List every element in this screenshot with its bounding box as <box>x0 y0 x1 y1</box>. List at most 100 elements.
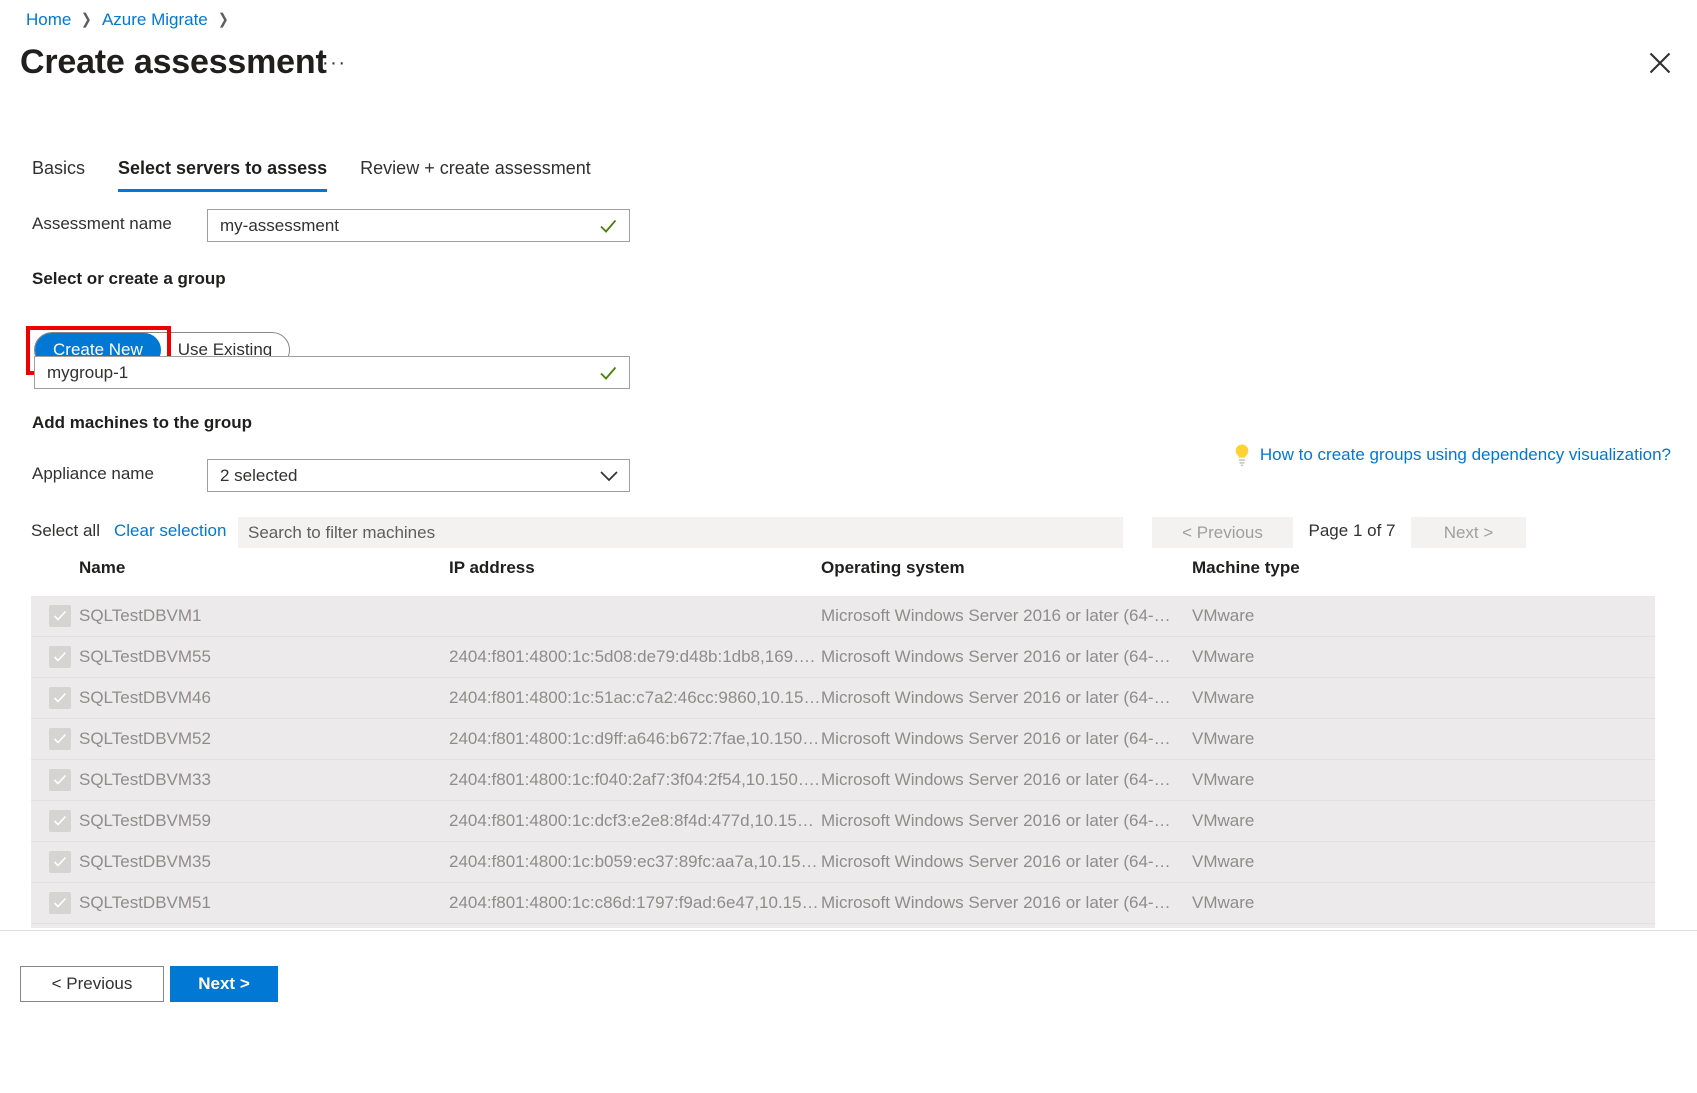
cell-ip-address: 2404:f801:4800:1c:b059:ec37:89fc:aa7a,10… <box>449 852 821 872</box>
row-checkbox[interactable] <box>49 769 71 791</box>
cell-machine-type: VMware <box>1192 606 1652 626</box>
table-row[interactable]: SQLTestDBVM552404:f801:4800:1c:5d08:de79… <box>31 637 1655 678</box>
dependency-visualization-help-link[interactable]: How to create groups using dependency vi… <box>1232 443 1671 467</box>
row-checkbox[interactable] <box>49 605 71 627</box>
page-title: Create assessment <box>20 43 327 82</box>
tab-review-create-assessment[interactable]: Review + create assessment <box>360 158 591 192</box>
table-row[interactable]: SQLTestDBVM592404:f801:4800:1c:dcf3:e2e8… <box>31 801 1655 842</box>
cell-name: SQLTestDBVM33 <box>79 770 449 790</box>
tab-basics[interactable]: Basics <box>32 158 85 192</box>
row-checkbox[interactable] <box>49 810 71 832</box>
column-header-name[interactable]: Name <box>79 558 449 578</box>
cell-ip-address: 2404:f801:4800:1c:dcf3:e2e8:8f4d:477d,10… <box>449 811 821 831</box>
cell-operating-system: Microsoft Windows Server 2016 or later (… <box>821 811 1192 831</box>
table-row[interactable]: SQLTestDBVM462404:f801:4800:1c:51ac:c7a2… <box>31 678 1655 719</box>
row-checkbox-cell[interactable] <box>31 687 79 709</box>
footer-divider <box>0 930 1697 931</box>
assessment-name-input[interactable]: my-assessment <box>207 209 630 242</box>
tab-bar: Basics Select servers to assess Review +… <box>32 158 624 192</box>
cell-ip-address: 2404:f801:4800:1c:d9ff:a646:b672:7fae,10… <box>449 729 821 749</box>
row-checkbox-cell[interactable] <box>31 892 79 914</box>
cell-machine-type: VMware <box>1192 770 1652 790</box>
row-checkbox[interactable] <box>49 728 71 750</box>
appliance-name-dropdown[interactable]: 2 selected <box>207 459 630 492</box>
breadcrumb-item-home[interactable]: Home <box>26 9 71 31</box>
cell-operating-system: Microsoft Windows Server 2016 or later (… <box>821 606 1192 626</box>
more-options-icon[interactable]: ··· <box>322 52 346 75</box>
page-indicator: Page 1 of 7 <box>1297 521 1407 541</box>
cell-name: SQLTestDBVM46 <box>79 688 449 708</box>
breadcrumb: Home ❯ Azure Migrate ❯ <box>26 9 238 31</box>
search-input[interactable]: Search to filter machines <box>238 517 1123 548</box>
cell-machine-type: VMware <box>1192 688 1652 708</box>
row-checkbox-cell[interactable] <box>31 769 79 791</box>
search-placeholder: Search to filter machines <box>238 523 435 543</box>
row-checkbox-cell[interactable] <box>31 851 79 873</box>
column-header-machine-type[interactable]: Machine type <box>1192 558 1652 578</box>
cell-name: SQLTestDBVM52 <box>79 729 449 749</box>
breadcrumb-chevron-icon: ❯ <box>81 9 92 31</box>
breadcrumb-item-azure-migrate[interactable]: Azure Migrate <box>102 9 208 31</box>
tab-select-servers-to-assess[interactable]: Select servers to assess <box>118 158 327 192</box>
table-row[interactable]: SQLTestDBVM512404:f801:4800:1c:c86d:1797… <box>31 883 1655 924</box>
group-name-value: mygroup-1 <box>35 363 597 383</box>
cell-operating-system: Microsoft Windows Server 2016 or later (… <box>821 688 1192 708</box>
column-header-ip-address[interactable]: IP address <box>449 558 821 578</box>
group-name-input[interactable]: mygroup-1 <box>34 356 630 389</box>
add-machines-heading: Add machines to the group <box>32 413 252 433</box>
cell-operating-system: Microsoft Windows Server 2016 or later (… <box>821 770 1192 790</box>
cell-operating-system: Microsoft Windows Server 2016 or later (… <box>821 893 1192 913</box>
row-checkbox[interactable] <box>49 851 71 873</box>
cell-ip-address: 2404:f801:4800:1c:51ac:c7a2:46cc:9860,10… <box>449 688 821 708</box>
machines-table[interactable]: Name IP address Operating system Machine… <box>31 558 1655 928</box>
clear-selection-link[interactable]: Clear selection <box>114 521 226 541</box>
cell-machine-type: VMware <box>1192 893 1652 913</box>
cell-machine-type: VMware <box>1192 852 1652 872</box>
group-section-heading: Select or create a group <box>32 269 226 289</box>
cell-machine-type: VMware <box>1192 811 1652 831</box>
row-checkbox[interactable] <box>49 687 71 709</box>
cell-machine-type: VMware <box>1192 647 1652 667</box>
table-row[interactable]: SQLTestDBVM1 Microsoft Windows Server 201… <box>31 596 1655 637</box>
appliance-name-value: 2 selected <box>208 466 597 486</box>
assessment-name-label: Assessment name <box>32 214 172 234</box>
previous-page-button[interactable]: < Previous <box>1152 517 1293 548</box>
row-checkbox[interactable] <box>49 646 71 668</box>
previous-step-button[interactable]: < Previous <box>20 966 164 1002</box>
row-checkbox[interactable] <box>49 892 71 914</box>
cell-name: SQLTestDBVM35 <box>79 852 449 872</box>
cell-name: SQLTestDBVM51 <box>79 893 449 913</box>
lightbulb-icon <box>1232 443 1252 467</box>
cell-ip-address: 2404:f801:4800:1c:5d08:de79:d48b:1db8,16… <box>449 647 821 667</box>
row-checkbox-cell[interactable] <box>31 605 79 627</box>
valid-check-icon <box>597 215 619 237</box>
cell-operating-system: Microsoft Windows Server 2016 or later (… <box>821 852 1192 872</box>
chevron-down-icon <box>597 464 621 488</box>
cell-operating-system: Microsoft Windows Server 2016 or later (… <box>821 647 1192 667</box>
breadcrumb-chevron-icon: ❯ <box>218 9 229 31</box>
column-header-operating-system[interactable]: Operating system <box>821 558 1192 578</box>
cell-ip-address: 2404:f801:4800:1c:f040:2af7:3f04:2f54,10… <box>449 770 821 790</box>
cell-name: SQLTestDBVM1 <box>79 606 449 626</box>
appliance-name-label: Appliance name <box>32 464 154 484</box>
next-page-button[interactable]: Next > <box>1411 517 1526 548</box>
row-checkbox-cell[interactable] <box>31 728 79 750</box>
row-checkbox-cell[interactable] <box>31 810 79 832</box>
table-row[interactable]: SQLTestDBVM522404:f801:4800:1c:d9ff:a646… <box>31 719 1655 760</box>
table-row[interactable]: SQLTestDBVM352404:f801:4800:1c:b059:ec37… <box>31 842 1655 883</box>
cell-machine-type: VMware <box>1192 729 1652 749</box>
cell-name: SQLTestDBVM59 <box>79 811 449 831</box>
row-checkbox-cell[interactable] <box>31 646 79 668</box>
table-header-row: Name IP address Operating system Machine… <box>31 558 1655 596</box>
select-all-link[interactable]: Select all <box>31 521 100 541</box>
next-step-button[interactable]: Next > <box>170 966 278 1002</box>
table-row[interactable]: SQLTestDBVM332404:f801:4800:1c:f040:2af7… <box>31 760 1655 801</box>
dependency-visualization-help-label: How to create groups using dependency vi… <box>1260 445 1671 465</box>
table-row[interactable] <box>31 924 1655 928</box>
cell-operating-system: Microsoft Windows Server 2016 or later (… <box>821 729 1192 749</box>
valid-check-icon <box>597 362 619 384</box>
close-icon[interactable] <box>1647 50 1673 76</box>
assessment-name-value: my-assessment <box>208 216 597 236</box>
cell-ip-address: 2404:f801:4800:1c:c86d:1797:f9ad:6e47,10… <box>449 893 821 913</box>
cell-name: SQLTestDBVM55 <box>79 647 449 667</box>
